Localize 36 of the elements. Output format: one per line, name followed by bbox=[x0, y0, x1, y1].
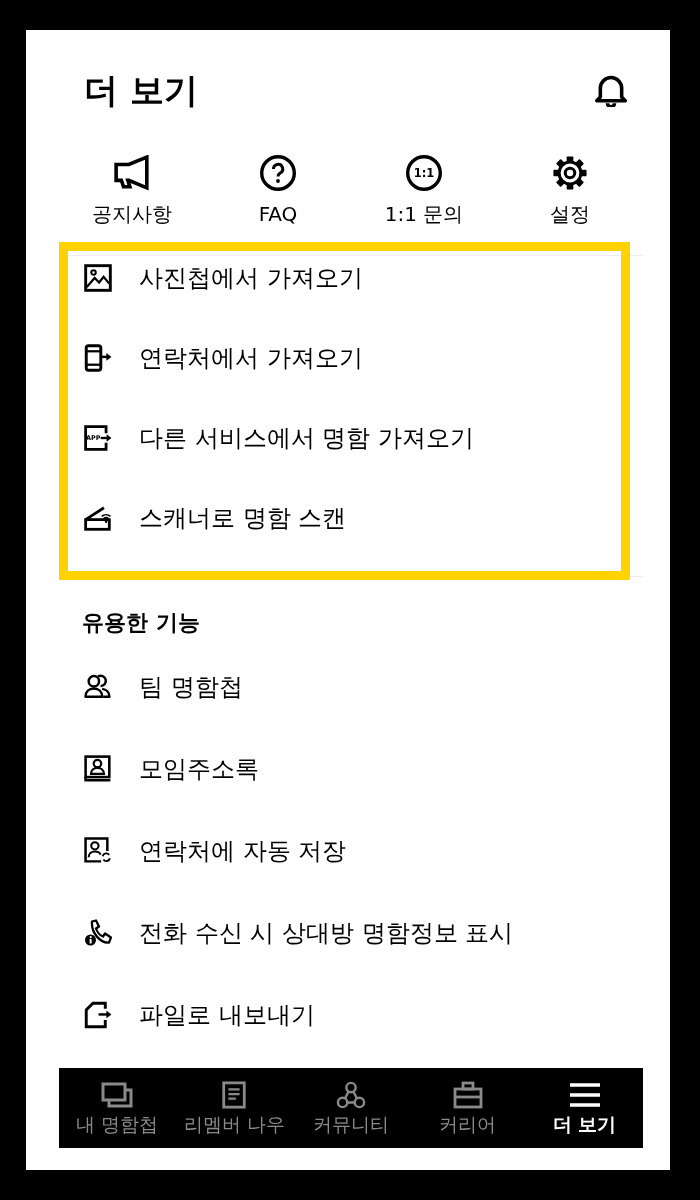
inquiry-icon: 1:1 bbox=[406, 155, 442, 191]
menu-icon bbox=[568, 1080, 601, 1109]
briefcase-icon bbox=[451, 1080, 484, 1109]
menu-item[interactable]: 팀 명함첩 bbox=[59, 646, 243, 728]
cards-icon bbox=[101, 1080, 134, 1109]
page-title: 더 보기 bbox=[84, 69, 198, 111]
menu-item[interactable]: 연락처에서 가져오기 bbox=[68, 331, 363, 411]
contact-sync-icon bbox=[84, 837, 112, 865]
menu-item[interactable]: 연락처에 자동 저장 bbox=[59, 810, 347, 892]
file-arrow-icon bbox=[84, 1001, 112, 1029]
section-heading: 유용한 기능 bbox=[82, 609, 200, 637]
nav-tab[interactable]: 내 명함첩 bbox=[59, 1068, 176, 1148]
menu-item[interactable]: 전화 수신 시 상대방 명함정보 표시 bbox=[59, 892, 514, 974]
contact-card-icon bbox=[84, 755, 112, 783]
nav-tab[interactable]: 리멤버 나우 bbox=[175, 1068, 293, 1148]
quick-action-button[interactable]: 공지사항 bbox=[88, 155, 176, 228]
people-icon bbox=[84, 673, 112, 701]
phone-arrow-icon bbox=[84, 344, 112, 372]
nav-tab[interactable]: 더 보기 bbox=[526, 1068, 643, 1148]
menu-item[interactable]: 사진첩에서 가져오기 bbox=[68, 251, 363, 331]
megaphone-icon bbox=[114, 155, 150, 191]
phone-info-icon bbox=[84, 919, 112, 947]
menu-item[interactable]: 파일로 내보내기 bbox=[59, 974, 315, 1056]
quick-action-button[interactable]: FAQ bbox=[254, 155, 302, 228]
menu-item[interactable]: 스캐너로 명함 스캔 bbox=[68, 491, 347, 571]
notification-bell-icon[interactable] bbox=[595, 73, 627, 107]
nav-tab[interactable]: 커뮤니티 bbox=[292, 1068, 410, 1148]
nav-tab[interactable]: 커리어 bbox=[409, 1068, 527, 1148]
settings-icon bbox=[552, 155, 588, 191]
question-icon bbox=[260, 155, 296, 191]
network-icon bbox=[335, 1080, 367, 1109]
picture-icon bbox=[84, 264, 112, 292]
quick-action-button[interactable]: 1:1 1:1 문의 bbox=[380, 155, 468, 228]
quick-action-button[interactable]: 설정 bbox=[546, 155, 594, 228]
scanner-icon bbox=[84, 504, 112, 532]
menu-item[interactable]: 모임주소록 bbox=[59, 728, 259, 810]
